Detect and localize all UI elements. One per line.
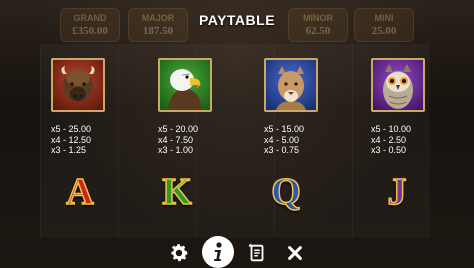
payout-list: x5 - 10.00 x4 - 2.50 x3 - 0.50 xyxy=(371,124,411,156)
eagle-icon xyxy=(168,69,202,110)
payout-list: x5 - 15.00 x4 - 5.00 x3 - 0.75 xyxy=(264,124,304,156)
payout-line: x4 - 5.00 xyxy=(264,134,300,145)
info-icon xyxy=(214,242,222,261)
paytable-symbol-owl xyxy=(371,58,431,112)
cougar-icon xyxy=(276,66,306,110)
close-icon xyxy=(288,246,302,260)
card-symbol-j: J xyxy=(387,170,408,214)
card-symbol-a: A xyxy=(66,170,95,214)
payout-line: x5 - 25.00 xyxy=(51,124,92,134)
payout-line: x5 - 20.00 xyxy=(158,124,199,134)
payout-line: x3 - 0.75 xyxy=(264,145,300,155)
symbol-frame xyxy=(371,58,425,112)
paytable-symbol-bison xyxy=(51,58,111,112)
symbol-frame xyxy=(51,58,105,112)
payout-line: x5 - 10.00 xyxy=(371,124,412,134)
payout-line: x3 - 1.00 xyxy=(158,145,194,155)
card-symbol-k: K xyxy=(161,170,192,214)
scroll-icon xyxy=(248,243,264,262)
page-title: PAYTABLE xyxy=(198,12,276,28)
bison-icon xyxy=(61,66,95,102)
bottom-toolbar xyxy=(160,236,320,268)
payout-line: x3 - 1.25 xyxy=(51,145,87,155)
rules-button[interactable] xyxy=(244,240,270,266)
payout-line: x4 - 12.50 xyxy=(51,134,92,145)
payout-list: x5 - 20.00 x4 - 7.50 x3 - 1.00 xyxy=(158,124,198,156)
paytable-symbol-cougar xyxy=(264,58,324,112)
payout-line: x4 - 2.50 xyxy=(371,134,407,145)
info-button[interactable] xyxy=(202,236,234,268)
payout-line: x4 - 7.50 xyxy=(158,134,194,145)
payout-line: x5 - 15.00 xyxy=(264,124,305,134)
close-button[interactable] xyxy=(282,240,308,266)
payout-line: x3 - 0.50 xyxy=(371,145,407,155)
gear-icon xyxy=(171,244,188,262)
settings-button[interactable] xyxy=(166,240,192,266)
payout-list: x5 - 25.00 x4 - 12.50 x3 - 1.25 xyxy=(51,124,91,156)
card-symbol-q: Q xyxy=(270,170,301,214)
owl-icon xyxy=(383,64,413,109)
paytable-symbol-eagle xyxy=(158,58,218,112)
symbol-frame xyxy=(264,58,318,112)
symbol-frame xyxy=(158,58,212,112)
